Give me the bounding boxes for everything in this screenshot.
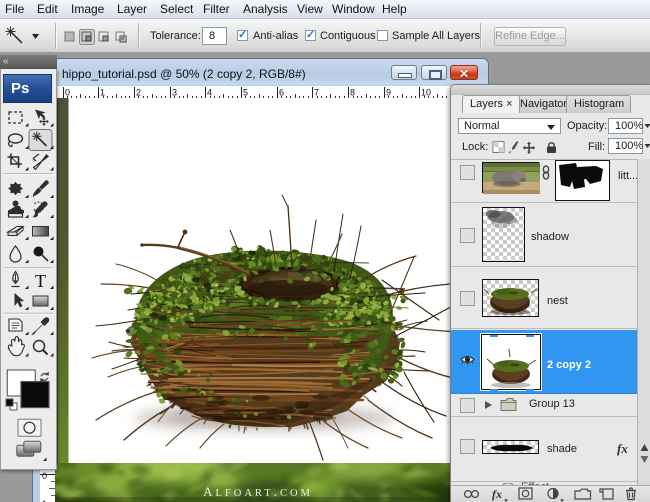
svg-text:1: 1: [100, 88, 105, 98]
svg-text:fx: fx: [492, 487, 502, 501]
svg-text:0: 0: [42, 471, 47, 481]
svg-text:T: T: [35, 271, 46, 291]
svg-text:8: 8: [350, 88, 355, 98]
svg-text:10: 10: [421, 88, 431, 98]
svg-text:4: 4: [207, 88, 212, 98]
svg-text:7: 7: [314, 88, 319, 98]
